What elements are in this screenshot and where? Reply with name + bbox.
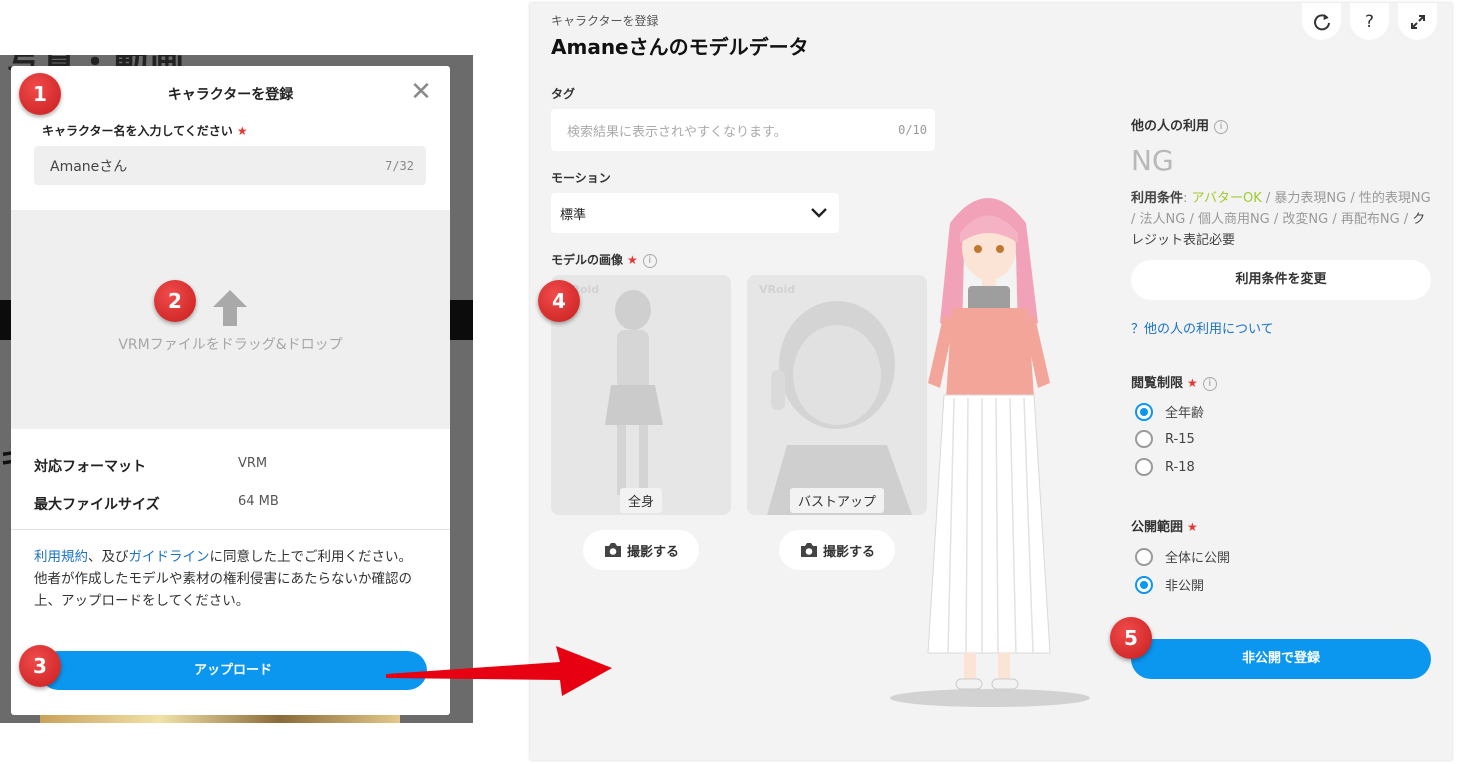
- radio-selected-icon: [1135, 402, 1153, 421]
- tag-counter: 0/10: [898, 123, 927, 137]
- radio-label: 非公開: [1165, 579, 1205, 594]
- radio-unselected-icon: [1135, 430, 1153, 448]
- step-badge-4: 4: [538, 280, 580, 322]
- vroid-watermark: VRoid: [759, 283, 796, 296]
- radio-label: R-15: [1165, 431, 1195, 447]
- camera-icon: [800, 543, 817, 557]
- required-mark: ★: [1187, 376, 1198, 390]
- others-use-value: NG: [1131, 144, 1174, 177]
- required-mark: ★: [627, 253, 638, 267]
- radio-public[interactable]: 全体に公開: [1135, 547, 1230, 566]
- character-name-input[interactable]: Amaneさん 7/32: [34, 146, 426, 185]
- avatar-ok-text: アバターOK: [1191, 191, 1262, 206]
- radio-unselected-icon: [1135, 458, 1153, 476]
- format-label: 対応フォーマット: [34, 459, 146, 475]
- colon: :: [1183, 191, 1192, 206]
- terms-mid-text: 、及び: [88, 549, 129, 565]
- usage-conditions: 利用条件: アバターOK / 暴力表現NG / 性的表現NG / 法人NG / …: [1131, 188, 1431, 251]
- view-restriction-label: 閲覧制限: [1131, 376, 1184, 391]
- radio-selected-icon: [1135, 575, 1153, 594]
- thumbnail-full-caption: 全身: [619, 488, 663, 513]
- info-icon[interactable]: i: [1202, 376, 1217, 391]
- rights-notice-text: 他者が作成したモデルや素材の権利侵害にあたらないか確認の上、アップロードをしてく…: [34, 571, 412, 609]
- character-name-label-text: キャラクター名を入力してください: [42, 124, 233, 138]
- max-size-label: 最大ファイルサイズ: [34, 497, 160, 513]
- max-size-value: 64 MB: [238, 494, 279, 509]
- step-badge-3: 3: [19, 645, 61, 687]
- red-arrow-annotation: [386, 646, 612, 696]
- publish-scope-heading: 公開範囲 ★: [1131, 516, 1198, 535]
- terms-notice: 利用規約、及びガイドラインに同意した上でご利用ください。 他者が作成したモデルや…: [34, 546, 434, 612]
- motion-label: モーション: [551, 171, 611, 185]
- slash-separator: /: [1399, 212, 1413, 227]
- chevron-down-icon: [811, 208, 827, 218]
- usage-conditions-label: 利用条件: [1131, 191, 1184, 206]
- register-private-button[interactable]: 非公開で登録: [1131, 639, 1431, 679]
- step-badge-1: 1: [19, 73, 61, 115]
- character-name-counter: 7/32: [385, 158, 414, 173]
- radio-private[interactable]: 非公開: [1135, 575, 1204, 594]
- tag-label: タグ: [551, 87, 576, 101]
- info-icon[interactable]: i: [642, 253, 657, 268]
- dropzone-text: VRMファイルをドラッグ&ドロップ: [118, 337, 343, 353]
- full-body-figure-image: [605, 290, 663, 495]
- info-icon[interactable]: i: [1214, 119, 1229, 134]
- camera-icon: [604, 543, 621, 557]
- refresh-icon[interactable]: [1302, 3, 1341, 40]
- shoot-label: 撮影する: [822, 544, 875, 560]
- guideline-link[interactable]: ガイドライン: [129, 549, 210, 565]
- shoot-label: 撮影する: [626, 544, 679, 560]
- radio-label: 全体に公開: [1165, 551, 1231, 566]
- change-terms-button[interactable]: 利用条件を変更: [1131, 260, 1431, 300]
- step-badge-5: 5: [1110, 617, 1152, 659]
- close-icon[interactable]: ✕: [409, 79, 433, 105]
- help-icon[interactable]: ?: [1350, 3, 1389, 40]
- others-use-label: 他の人の利用: [1131, 119, 1210, 134]
- model-images-label: モデルの画像 ★ i: [551, 251, 657, 268]
- motion-select[interactable]: 標準: [551, 193, 839, 233]
- radio-unselected-icon: [1135, 547, 1153, 566]
- tag-placeholder: 検索結果に表示されやすくなります。: [567, 124, 787, 140]
- character-name-label: キャラクター名を入力してください ★: [42, 122, 248, 139]
- shoot-full-body-button[interactable]: 撮影する: [583, 530, 699, 570]
- motion-value: 標準: [560, 207, 587, 223]
- upload-arrow-icon: [213, 290, 247, 326]
- upload-button[interactable]: アップロード: [39, 651, 427, 690]
- radio-all-ages[interactable]: 全年齢: [1135, 402, 1204, 421]
- required-mark: ★: [1187, 520, 1198, 534]
- step-badge-2: 2: [154, 280, 196, 322]
- model-data-panel: キャラクターを登録 Amaneさんのモデルデータ ? タグ 検索結果に表示されや…: [530, 3, 1452, 760]
- model-images-label-text: モデルの画像: [551, 253, 624, 267]
- terms-rest-text: に同意した上でご利用ください。: [209, 549, 413, 565]
- register-character-modal: キャラクターを登録 ✕ キャラクター名を入力してください ★ Amaneさん 7/…: [11, 66, 450, 715]
- publish-scope-label: 公開範囲: [1131, 520, 1184, 535]
- terms-link[interactable]: 利用規約: [34, 549, 88, 565]
- divider: [11, 529, 450, 530]
- about-others-use-link[interactable]: ？他の人の利用について: [1131, 318, 1274, 337]
- top-toolbar: ?: [1302, 3, 1437, 43]
- view-restriction-heading: 閲覧制限 ★ i: [1131, 372, 1217, 391]
- modal-title: キャラクターを登録: [167, 87, 294, 103]
- format-value: VRM: [238, 456, 268, 471]
- expand-icon[interactable]: [1398, 3, 1437, 40]
- tag-input[interactable]: 検索結果に表示されやすくなります。 0/10: [551, 109, 935, 151]
- radio-label: 全年齢: [1165, 406, 1205, 421]
- others-use-heading: 他の人の利用 i: [1131, 115, 1229, 134]
- radio-r18[interactable]: R-18: [1135, 458, 1195, 476]
- required-mark: ★: [236, 124, 248, 138]
- avatar-preview[interactable]: [878, 183, 1098, 713]
- thumbnail-full-body: VRoid 全身: [551, 275, 731, 515]
- breadcrumb: キャラクターを登録: [551, 14, 659, 28]
- page-title: Amaneさんのモデルデータ: [551, 35, 809, 59]
- radio-label: R-18: [1165, 459, 1195, 475]
- character-name-value: Amaneさん: [50, 158, 128, 175]
- vrm-dropzone[interactable]: VRMファイルをドラッグ&ドロップ: [11, 210, 450, 429]
- thumbnail-bust-caption: バストアップ: [789, 488, 885, 513]
- radio-r15[interactable]: R-15: [1135, 430, 1195, 448]
